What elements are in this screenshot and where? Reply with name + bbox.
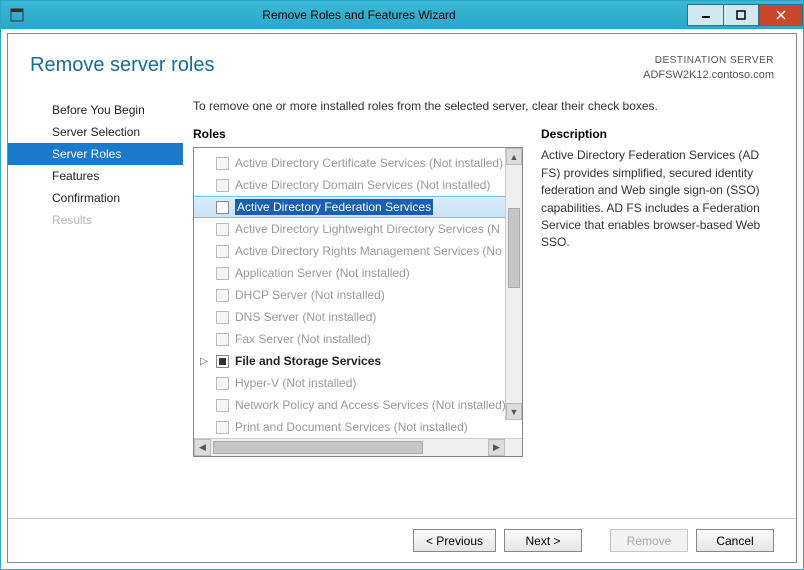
nav-server-roles[interactable]: Server Roles xyxy=(8,143,183,165)
checkbox-icon xyxy=(216,311,229,324)
title-bar: Remove Roles and Features Wizard xyxy=(1,1,803,29)
role-item: DNS Server (Not installed) xyxy=(194,306,522,328)
checkbox-icon xyxy=(216,333,229,346)
remove-button: Remove xyxy=(610,529,688,552)
header-row: Remove server roles DESTINATION SERVER A… xyxy=(8,34,796,91)
app-icon xyxy=(9,7,25,23)
body-row: Before You Begin Server Selection Server… xyxy=(8,91,796,518)
role-item: Active Directory Lightweight Directory S… xyxy=(194,218,522,240)
instruction-text: To remove one or more installed roles fr… xyxy=(193,99,774,113)
role-item: Active Directory Certificate Services (N… xyxy=(194,152,522,174)
scroll-thumb[interactable] xyxy=(508,208,520,288)
footer: < Previous Next > Remove Cancel xyxy=(8,518,796,562)
role-item: Fax Server (Not installed) xyxy=(194,328,522,350)
checkbox-icon[interactable] xyxy=(216,355,229,368)
role-item: Print and Document Services (Not install… xyxy=(194,416,522,438)
checkbox-icon xyxy=(216,179,229,192)
scroll-right-icon[interactable]: ▶ xyxy=(488,439,505,456)
checkbox-icon xyxy=(216,377,229,390)
scroll-corner xyxy=(505,439,522,456)
vertical-scrollbar[interactable]: ▲ ▼ xyxy=(505,148,522,420)
role-item: Application Server (Not installed) xyxy=(194,262,522,284)
expand-icon[interactable]: ▷ xyxy=(198,356,210,367)
columns: Roles Active Directory Certificate Servi… xyxy=(193,127,774,518)
window-title: Remove Roles and Features Wizard xyxy=(31,8,687,22)
destination-info: DESTINATION SERVER ADFSW2K12.contoso.com xyxy=(643,54,774,83)
checkbox-icon xyxy=(216,245,229,258)
scroll-track[interactable] xyxy=(211,439,488,456)
description-text: Active Directory Federation Services (AD… xyxy=(541,147,774,251)
wizard-window: Remove Roles and Features Wizard Remove … xyxy=(0,0,804,570)
role-item: DHCP Server (Not installed) xyxy=(194,284,522,306)
scroll-left-icon[interactable]: ◀ xyxy=(194,439,211,456)
page-title: Remove server roles xyxy=(30,54,215,77)
scroll-up-icon[interactable]: ▲ xyxy=(506,148,522,165)
checkbox-icon xyxy=(216,289,229,302)
description-column: Description Active Directory Federation … xyxy=(541,127,774,518)
window-controls xyxy=(687,4,803,26)
role-item-file-storage[interactable]: ▷File and Storage Services xyxy=(194,350,522,372)
horizontal-scrollbar[interactable]: ◀ ▶ xyxy=(194,438,522,456)
minimize-button[interactable] xyxy=(687,4,723,26)
scroll-thumb-h[interactable] xyxy=(213,441,423,454)
role-item: Active Directory Rights Management Servi… xyxy=(194,240,522,262)
wizard-nav: Before You Begin Server Selection Server… xyxy=(8,91,183,518)
roles-listbox: Active Directory Certificate Services (N… xyxy=(193,147,523,457)
checkbox-icon xyxy=(216,399,229,412)
previous-button[interactable]: < Previous xyxy=(413,529,496,552)
role-item: Hyper-V (Not installed) xyxy=(194,372,522,394)
role-item: Active Directory Domain Services (Not in… xyxy=(194,174,522,196)
nav-server-selection[interactable]: Server Selection xyxy=(8,121,183,143)
checkbox-icon xyxy=(216,421,229,434)
roles-list[interactable]: Active Directory Certificate Services (N… xyxy=(194,148,522,438)
nav-features[interactable]: Features xyxy=(8,165,183,187)
destination-server: ADFSW2K12.contoso.com xyxy=(643,68,774,83)
description-heading: Description xyxy=(541,127,774,141)
close-button[interactable] xyxy=(759,4,803,26)
roles-column: Roles Active Directory Certificate Servi… xyxy=(193,127,523,518)
nav-before-you-begin[interactable]: Before You Begin xyxy=(8,99,183,121)
wizard-content: Remove server roles DESTINATION SERVER A… xyxy=(7,33,797,563)
role-item-adfs[interactable]: Active Directory Federation Services xyxy=(194,196,522,218)
next-button[interactable]: Next > xyxy=(504,529,582,552)
checkbox-icon xyxy=(216,157,229,170)
maximize-button[interactable] xyxy=(723,4,759,26)
destination-label: DESTINATION SERVER xyxy=(643,54,774,68)
checkbox-icon xyxy=(216,267,229,280)
main-panel: To remove one or more installed roles fr… xyxy=(183,91,796,518)
roles-heading: Roles xyxy=(193,127,523,141)
nav-confirmation[interactable]: Confirmation xyxy=(8,187,183,209)
nav-results: Results xyxy=(8,209,183,231)
checkbox-icon[interactable] xyxy=(216,201,229,214)
checkbox-icon xyxy=(216,223,229,236)
role-item: Network Policy and Access Services (Not … xyxy=(194,394,522,416)
scroll-down-icon[interactable]: ▼ xyxy=(506,403,522,420)
cancel-button[interactable]: Cancel xyxy=(696,529,774,552)
